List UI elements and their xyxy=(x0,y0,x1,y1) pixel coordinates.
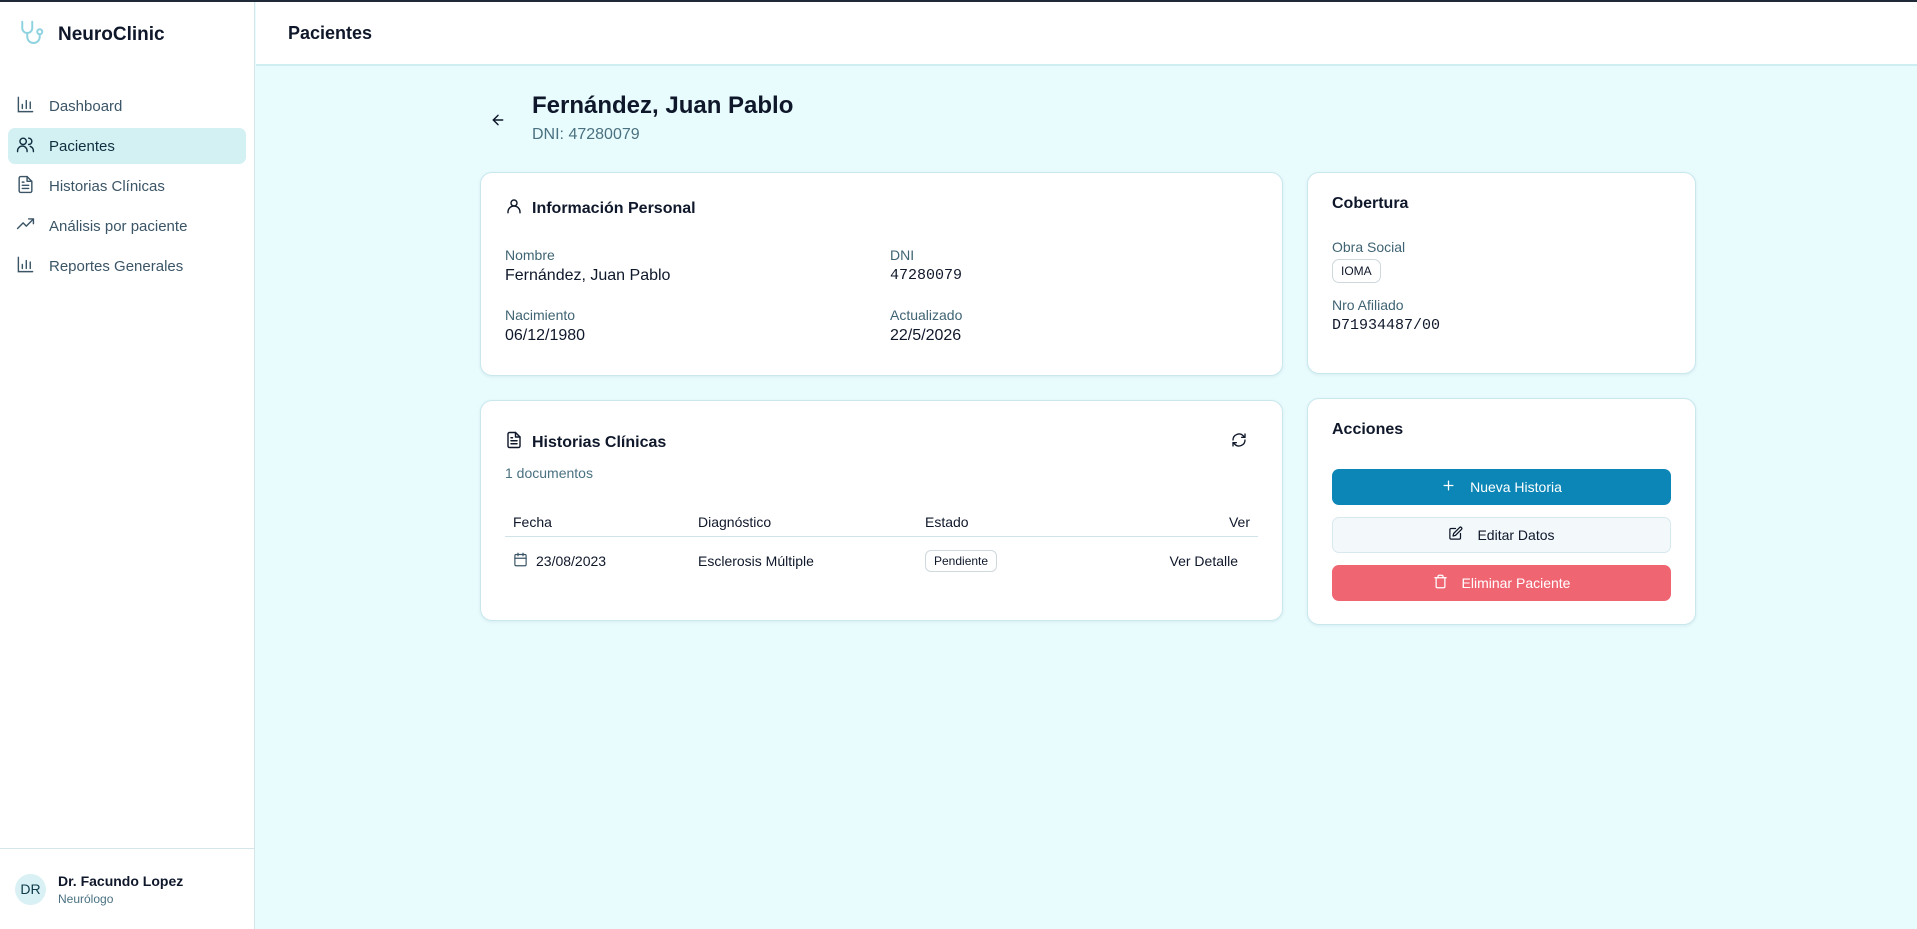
actualizado-label: Actualizado xyxy=(890,307,963,323)
edit-icon xyxy=(1448,526,1463,544)
app-name: NeuroClinic xyxy=(58,24,165,45)
users-icon xyxy=(16,135,35,158)
personal-info-title: Información Personal xyxy=(532,199,696,217)
bar-chart-icon xyxy=(16,95,35,118)
eliminar-paciente-button[interactable]: Eliminar Paciente xyxy=(1332,565,1671,601)
sidebar-item-pacientes[interactable]: Pacientes xyxy=(8,128,246,164)
file-text-icon xyxy=(16,175,35,198)
refresh-icon xyxy=(1231,432,1247,453)
topbar: Pacientes xyxy=(256,2,1917,66)
user-profile[interactable]: DR Dr. Facundo Lopez Neurólogo xyxy=(0,848,254,929)
eliminar-paciente-label: Eliminar Paciente xyxy=(1461,575,1571,591)
personal-info-card: Información Personal Nombre Fernández, J… xyxy=(480,172,1283,376)
stethoscope-icon xyxy=(16,18,46,53)
table-row: 23/08/2023 Esclerosis Múltiple Pendiente… xyxy=(505,537,1258,585)
nueva-historia-label: Nueva Historia xyxy=(1470,479,1562,495)
nueva-historia-button[interactable]: Nueva Historia xyxy=(1332,469,1671,505)
dni-label: DNI xyxy=(890,247,915,263)
cobertura-card: Cobertura Obra Social IOMA Nro Afiliado … xyxy=(1307,172,1696,374)
sidebar-item-label: Análisis por paciente xyxy=(49,217,188,235)
nacimiento-value: 06/12/1980 xyxy=(505,327,586,344)
obra-social-label: Obra Social xyxy=(1332,239,1406,255)
calendar-icon xyxy=(513,552,528,570)
acciones-card: Acciones Nueva Historia Editar Datos Eli… xyxy=(1307,398,1696,625)
user-role: Neurólogo xyxy=(58,891,114,906)
editar-datos-button[interactable]: Editar Datos xyxy=(1332,517,1671,553)
patient-name: Fernández, Juan Pablo xyxy=(532,92,794,119)
status-badge: Pendiente xyxy=(925,550,998,572)
sidebar-item-dashboard[interactable]: Dashboard xyxy=(8,88,246,124)
column-header-fecha: Fecha xyxy=(513,513,552,530)
patient-dni: DNI: 47280079 xyxy=(532,126,640,143)
nombre-label: Nombre xyxy=(505,247,555,263)
plus-icon xyxy=(1441,478,1456,496)
back-button[interactable] xyxy=(484,108,512,136)
actualizado-value: 22/5/2026 xyxy=(890,327,962,344)
sidebar-nav: Dashboard Pacientes Historias Clínicas A… xyxy=(0,68,254,284)
ver-detalle-button[interactable]: Ver Detalle xyxy=(1170,553,1250,569)
column-header-ver: Ver xyxy=(1228,513,1250,530)
diagnostico-cell: Esclerosis Múltiple xyxy=(698,553,814,569)
brand[interactable]: NeuroClinic xyxy=(0,2,254,68)
sidebar-item-label: Reportes Generales xyxy=(49,257,184,275)
historias-table: Fecha Diagnóstico Estado Ver 23/08/2023 … xyxy=(505,507,1258,585)
document-count: 1 documentos xyxy=(505,465,593,481)
column-header-estado: Estado xyxy=(925,513,969,530)
sidebar-item-label: Pacientes xyxy=(49,137,115,155)
dni-value: 47280079 xyxy=(890,267,963,284)
user-name: Dr. Facundo Lopez xyxy=(58,872,184,889)
acciones-title: Acciones xyxy=(1332,421,1404,438)
nacimiento-label: Nacimiento xyxy=(505,307,576,323)
column-header-diagnostico: Diagnóstico xyxy=(698,513,772,530)
sidebar: NeuroClinic Dashboard Pacientes Historia… xyxy=(0,2,255,929)
sidebar-item-reportes[interactable]: Reportes Generales xyxy=(8,248,246,284)
obra-social-badge: IOMA xyxy=(1332,259,1381,283)
refresh-button[interactable] xyxy=(1228,431,1250,453)
afiliado-label: Nro Afiliado xyxy=(1332,297,1404,313)
avatar: DR xyxy=(15,873,46,905)
editar-datos-label: Editar Datos xyxy=(1477,527,1555,543)
page-title: Pacientes xyxy=(288,22,373,43)
sidebar-item-analisis[interactable]: Análisis por paciente xyxy=(8,208,246,244)
afiliado-value: D71934487/00 xyxy=(1332,317,1441,334)
historias-card: Historias Clínicas 1 documentos Fecha Di… xyxy=(480,400,1283,621)
sidebar-item-label: Dashboard xyxy=(49,97,123,115)
file-text-icon xyxy=(505,431,523,454)
nombre-value: Fernández, Juan Pablo xyxy=(505,267,671,284)
trending-up-icon xyxy=(16,215,35,238)
sidebar-item-label: Historias Clínicas xyxy=(49,177,165,195)
trash-icon xyxy=(1433,574,1448,592)
arrow-left-icon xyxy=(490,112,506,133)
cobertura-title: Cobertura xyxy=(1332,195,1409,212)
bar-chart-icon xyxy=(16,255,35,278)
fecha-cell: 23/08/2023 xyxy=(536,553,607,569)
table-header: Fecha Diagnóstico Estado Ver xyxy=(505,507,1258,537)
sidebar-item-historias[interactable]: Historias Clínicas xyxy=(8,168,246,204)
historias-title: Historias Clínicas xyxy=(532,433,667,451)
user-icon xyxy=(505,197,523,220)
